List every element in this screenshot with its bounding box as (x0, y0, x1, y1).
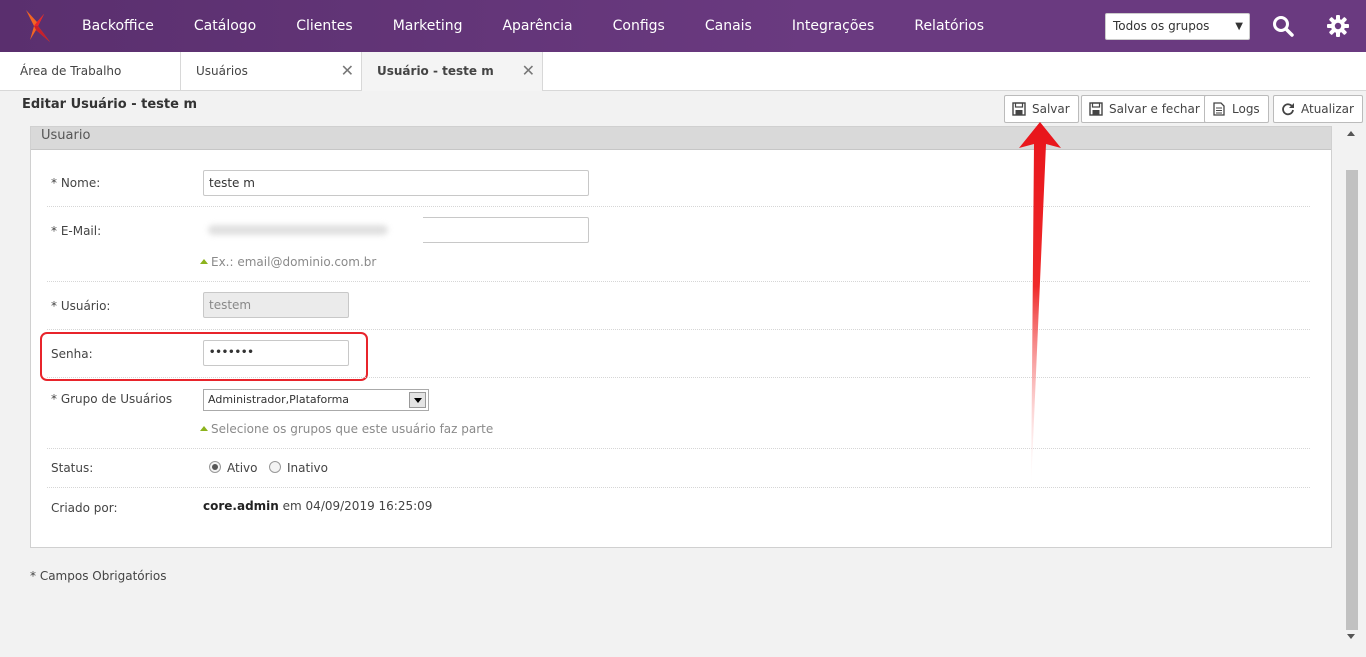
logs-button[interactable]: Logs (1204, 95, 1269, 123)
annotation-arrow-icon (1019, 122, 1061, 488)
status-label: Status: (51, 461, 94, 475)
tab-label: Usuário - teste m (377, 64, 494, 78)
created-by-user: core.admin (203, 499, 279, 513)
hint-arrow-icon (200, 259, 208, 264)
chevron-down-icon[interactable] (409, 392, 426, 408)
save-label: Salvar (1032, 102, 1070, 116)
tab-label: Usuários (196, 64, 248, 78)
close-icon[interactable]: ✕ (341, 52, 354, 90)
floppy-disk-icon (1089, 102, 1103, 116)
hint-arrow-icon (200, 426, 208, 431)
tab-area-de-trabalho[interactable]: Área de Trabalho (0, 52, 181, 91)
gear-icon[interactable] (1326, 14, 1350, 38)
menu-item-aparencia[interactable]: Aparência (482, 0, 592, 52)
email-label: * E-Mail: (51, 224, 102, 238)
status-inactive-radio[interactable] (269, 461, 281, 473)
save-and-close-button[interactable]: Salvar e fechar (1081, 95, 1209, 123)
status-inactive-label[interactable]: Inativo (287, 461, 328, 475)
floppy-disk-icon (1012, 102, 1026, 116)
created-by-info: core.admin em 04/09/2019 16:25:09 (203, 499, 432, 513)
close-icon[interactable]: ✕ (522, 52, 535, 90)
user-group-hint: Selecione os grupos que este usuário faz… (200, 422, 493, 436)
redacted-email-text (208, 225, 388, 235)
password-highlight-box (40, 332, 368, 381)
menu-item-integracoes[interactable]: Integrações (772, 0, 895, 52)
page-title: Editar Usuário - teste m (22, 97, 198, 112)
dropdown-arrow-icon: ▼ (1235, 21, 1243, 32)
scroll-up-icon[interactable] (1347, 131, 1355, 136)
status-active-label[interactable]: Ativo (227, 461, 257, 475)
scroll-down-icon[interactable] (1347, 634, 1355, 639)
group-filter-select[interactable]: Todos os grupos ▼ (1105, 13, 1250, 40)
created-by-date: em 04/09/2019 16:25:09 (282, 499, 433, 513)
save-and-close-label: Salvar e fechar (1109, 102, 1200, 116)
tab-bar: Área de Trabalho Usuários ✕ Usuário - te… (0, 52, 1366, 91)
user-group-hint-text: Selecione os grupos que este usuário faz… (211, 422, 494, 436)
scrollbar-thumb[interactable] (1346, 170, 1358, 630)
menu-item-configs[interactable]: Configs (593, 0, 685, 52)
logs-label: Logs (1232, 102, 1260, 116)
search-icon[interactable] (1271, 14, 1295, 38)
menu-item-catalogo[interactable]: Catálogo (174, 0, 276, 52)
row-divider (47, 377, 1310, 378)
name-label: * Nome: (51, 176, 101, 190)
refresh-label: Atualizar (1301, 102, 1354, 116)
document-icon (1213, 102, 1225, 116)
name-input[interactable]: teste m (203, 170, 589, 196)
refresh-button[interactable]: Atualizar (1273, 95, 1363, 123)
email-hint: Ex.: email@dominio.com.br (200, 255, 376, 269)
tab-usuarios[interactable]: Usuários ✕ (181, 52, 362, 91)
tab-usuario-teste-m[interactable]: Usuário - teste m ✕ (362, 52, 543, 91)
section-title: Usuario (31, 127, 1331, 150)
created-by-label: Criado por: (51, 501, 118, 515)
email-hint-text: Ex.: email@dominio.com.br (211, 255, 377, 269)
menu-item-canais[interactable]: Canais (685, 0, 772, 52)
top-navbar: Backoffice Catálogo Clientes Marketing A… (0, 0, 1366, 52)
row-divider (47, 206, 1310, 207)
user-group-select[interactable]: Administrador,Plataforma (203, 389, 429, 411)
row-divider (47, 448, 1310, 449)
refresh-icon (1282, 103, 1294, 116)
required-fields-note: * Campos Obrigatórios (30, 569, 167, 583)
user-group-value: Administrador,Plataforma (208, 393, 350, 406)
status-active-radio[interactable] (209, 461, 221, 473)
username-input: testem (203, 292, 349, 318)
menu-item-clientes[interactable]: Clientes (276, 0, 372, 52)
menu-item-marketing[interactable]: Marketing (373, 0, 483, 52)
main-menu: Backoffice Catálogo Clientes Marketing A… (62, 0, 1004, 52)
row-divider (47, 281, 1310, 282)
menu-item-backoffice[interactable]: Backoffice (62, 0, 174, 52)
group-filter-value: Todos os grupos (1113, 19, 1210, 33)
tab-label: Área de Trabalho (20, 64, 122, 78)
user-group-label: * Grupo de Usuários (51, 392, 173, 406)
menu-item-relatorios[interactable]: Relatórios (894, 0, 1004, 52)
username-label: * Usuário: (51, 299, 111, 313)
row-divider (47, 487, 1310, 488)
logo-icon[interactable] (22, 8, 56, 44)
row-divider (47, 329, 1310, 330)
